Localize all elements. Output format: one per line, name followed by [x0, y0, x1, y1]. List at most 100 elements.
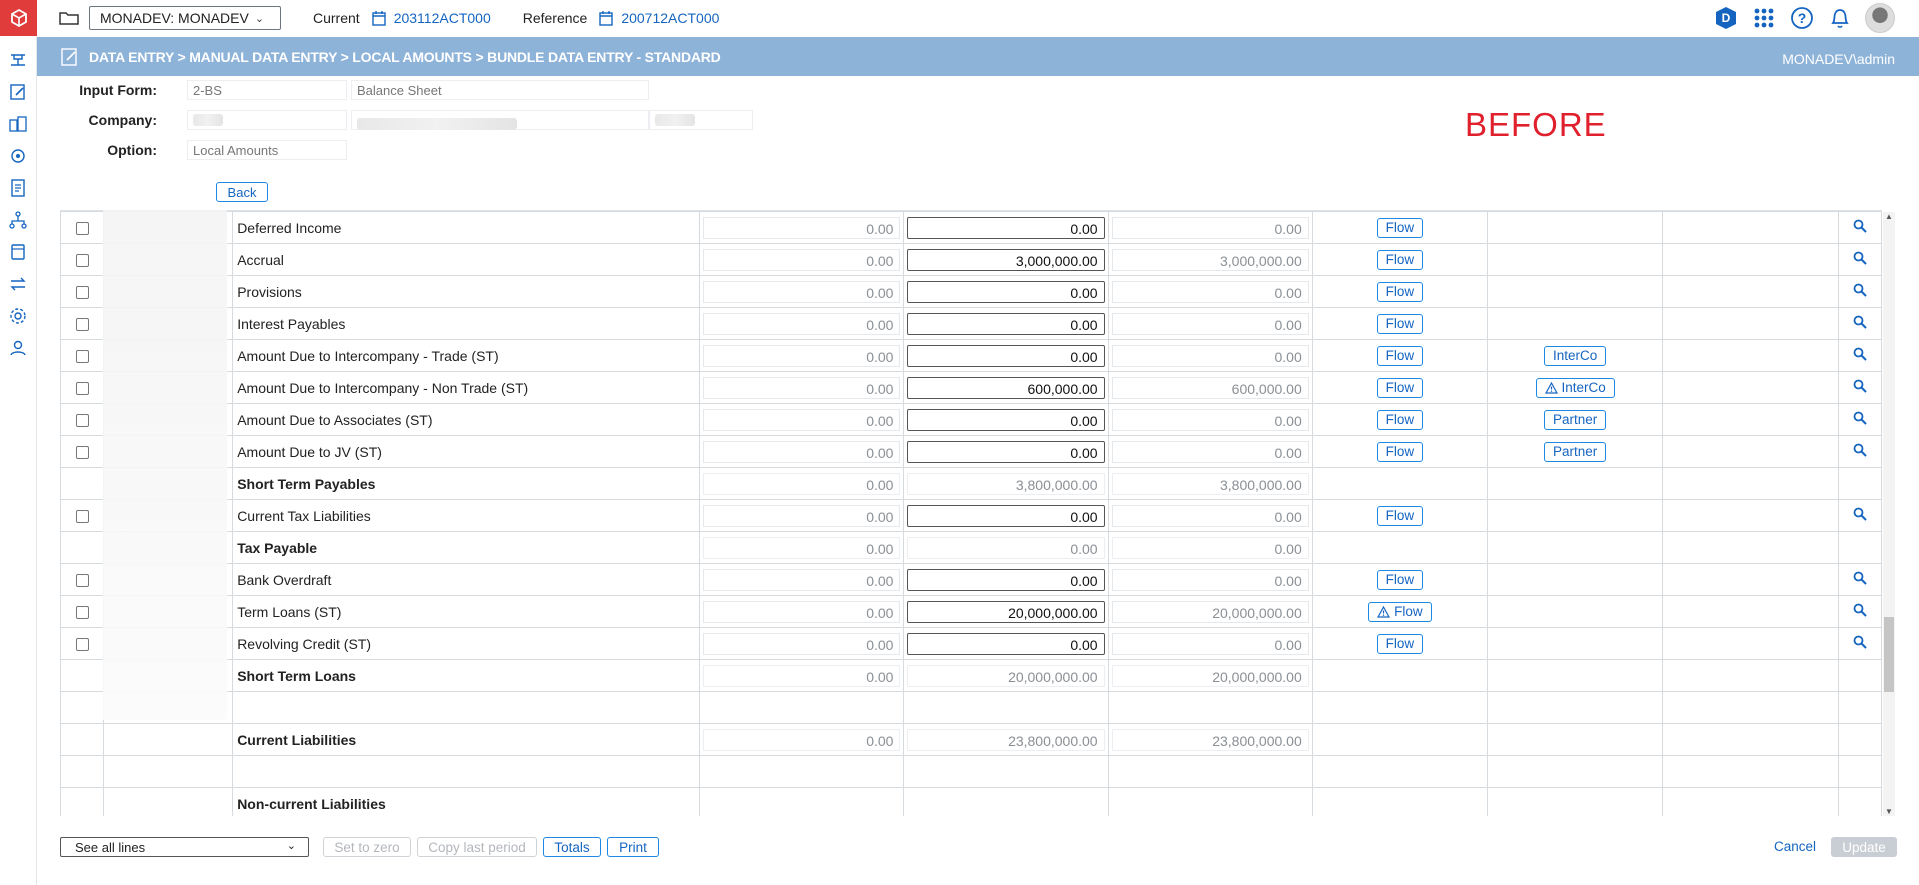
interco-button[interactable]: InterCo [1535, 377, 1615, 398]
d-badge-icon[interactable]: D [1713, 5, 1739, 31]
search-icon[interactable] [1853, 571, 1867, 585]
flow-button[interactable]: Flow [1368, 601, 1432, 622]
flow-button[interactable]: Flow [1376, 633, 1424, 654]
current-amount-input[interactable]: 0.00 [907, 568, 1105, 591]
search-icon[interactable] [1853, 347, 1867, 361]
search-icon[interactable] [1853, 443, 1867, 457]
vertical-scrollbar[interactable]: ▲ ▼ [1883, 212, 1895, 816]
row-checkbox[interactable] [75, 318, 89, 332]
flow-button[interactable]: Flow [1376, 345, 1424, 366]
row-checkbox[interactable] [75, 574, 89, 588]
flow-button[interactable]: Flow [1376, 313, 1424, 334]
workflow-icon[interactable] [8, 50, 28, 70]
copy-last-period-button[interactable]: Copy last period [417, 837, 537, 857]
flow-button[interactable]: Flow [1376, 377, 1424, 398]
current-amount-input[interactable]: 0.00 [907, 632, 1105, 655]
current-amount-input[interactable]: 600,000.00 [907, 376, 1105, 399]
empty-cell [60, 691, 105, 724]
variance-amount: 20,000,000.00 [1111, 600, 1309, 623]
reports-icon[interactable] [8, 178, 28, 198]
row-checkbox[interactable] [75, 414, 89, 428]
current-amount-input[interactable]: 20,000,000.00 [907, 600, 1105, 623]
database-select[interactable]: MONADEV: MONADEV ⌄ [89, 6, 281, 30]
search-icon[interactable] [1853, 251, 1867, 265]
search-icon[interactable] [1853, 507, 1867, 521]
search-icon[interactable] [1853, 219, 1867, 233]
search-icon[interactable] [1853, 379, 1867, 393]
row-checkbox[interactable] [75, 350, 89, 364]
app-logo-icon[interactable] [0, 0, 37, 36]
current-amount-input[interactable]: 0.00 [907, 344, 1105, 367]
scroll-down-icon[interactable]: ▼ [1885, 807, 1893, 816]
flow-button[interactable]: Flow [1376, 249, 1424, 270]
search-icon[interactable] [1853, 283, 1867, 297]
current-period-link[interactable]: 203112ACT000 [394, 10, 491, 26]
flow-button[interactable]: Flow [1376, 569, 1424, 590]
current-amount-input[interactable]: 0.00 [907, 440, 1105, 463]
scroll-up-icon[interactable]: ▲ [1885, 212, 1893, 221]
back-button[interactable]: Back [216, 182, 268, 202]
flow-button[interactable]: Flow [1376, 441, 1424, 462]
row-checkbox[interactable] [75, 446, 89, 460]
update-button[interactable]: Update [1831, 837, 1897, 857]
empty-cell [1311, 723, 1489, 756]
chevron-down-icon: ⌄ [254, 12, 265, 25]
print-button[interactable]: Print [607, 837, 659, 857]
help-icon[interactable]: ? [1789, 5, 1815, 31]
avatar[interactable] [1865, 3, 1895, 33]
journals-icon[interactable] [8, 242, 28, 262]
search-icon[interactable] [1853, 315, 1867, 329]
reference-period-link[interactable]: 200712ACT000 [621, 10, 719, 26]
database-select-value: MONADEV: MONADEV [100, 10, 249, 26]
data-entry-icon[interactable] [8, 82, 28, 102]
row-checkbox[interactable] [75, 222, 89, 236]
row-checkbox[interactable] [75, 606, 89, 620]
hierarchy-icon[interactable] [8, 210, 28, 230]
table-row: Current Tax Liabilities 0.00 0.00 0.00 Flow [60, 499, 1882, 532]
organization-icon[interactable] [8, 114, 28, 134]
bell-icon[interactable] [1827, 5, 1853, 31]
interco-button[interactable]: InterCo [1544, 345, 1607, 366]
row-checkbox[interactable] [75, 254, 89, 268]
lines-filter-select[interactable]: See all lines ⌄ [60, 837, 309, 857]
detail-cell [1837, 307, 1882, 340]
scrollbar-thumb[interactable] [1884, 617, 1894, 692]
partner-button[interactable]: Partner [1544, 441, 1607, 462]
flow-button[interactable]: Flow [1376, 217, 1424, 238]
folder-icon[interactable] [59, 10, 79, 26]
row-select-cell [60, 403, 105, 436]
row-select-cell [60, 211, 105, 244]
current-amount-input[interactable]: 0.00 [907, 408, 1105, 431]
variance-total: 3,800,000.00 [1111, 472, 1309, 495]
current-amount-cell: 0.00 [903, 627, 1109, 660]
flow-button[interactable]: Flow [1376, 281, 1424, 302]
row-checkbox[interactable] [75, 638, 89, 652]
flow-button[interactable]: Flow [1376, 505, 1424, 526]
set-to-zero-button[interactable]: Set to zero [323, 837, 411, 857]
row-checkbox[interactable] [75, 382, 89, 396]
search-icon[interactable] [1853, 603, 1867, 617]
current-amount-input[interactable]: 0.00 [907, 504, 1105, 527]
cancel-link[interactable]: Cancel [1774, 839, 1816, 854]
search-icon[interactable] [1853, 635, 1867, 649]
settings-icon[interactable] [8, 306, 28, 326]
current-amount-input[interactable]: 3,000,000.00 [907, 248, 1105, 271]
calendar-icon[interactable] [599, 10, 614, 26]
apps-grid-icon[interactable] [1751, 5, 1777, 31]
current-amount-input[interactable]: 0.00 [907, 216, 1105, 239]
row-select-cell [60, 435, 105, 468]
search-icon[interactable] [1853, 411, 1867, 425]
row-checkbox[interactable] [75, 286, 89, 300]
partner-button[interactable]: Partner [1544, 409, 1607, 430]
transfer-icon[interactable] [8, 274, 28, 294]
row-checkbox[interactable] [75, 510, 89, 524]
totals-button[interactable]: Totals [543, 837, 601, 857]
calendar-icon[interactable] [371, 10, 386, 26]
current-amount-input[interactable]: 0.00 [907, 280, 1105, 303]
reference-amount: 0.00 [703, 440, 901, 463]
current-amount-input[interactable]: 0.00 [907, 312, 1105, 335]
reference-total: 0.00 [703, 728, 901, 751]
consolidation-icon[interactable] [8, 146, 28, 166]
users-icon[interactable] [8, 338, 28, 358]
flow-button[interactable]: Flow [1376, 409, 1424, 430]
